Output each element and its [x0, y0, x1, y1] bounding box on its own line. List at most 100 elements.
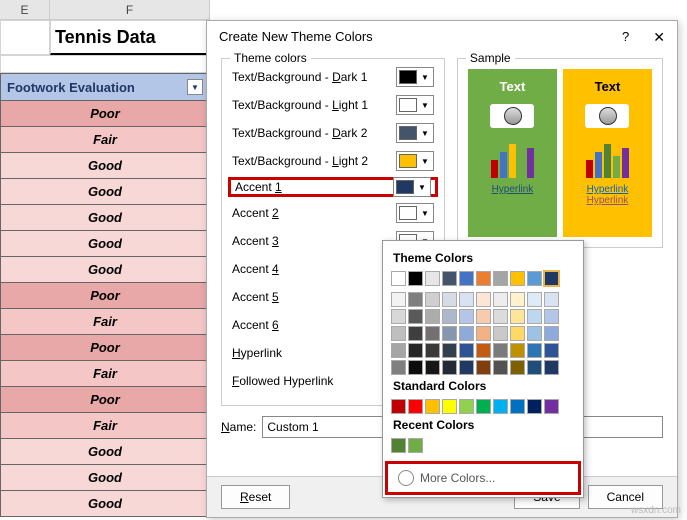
- color-swatch[interactable]: [476, 399, 491, 414]
- color-swatch[interactable]: [544, 343, 559, 358]
- table-cell[interactable]: Good: [0, 153, 210, 179]
- color-swatch[interactable]: [425, 309, 440, 324]
- color-swatch[interactable]: [493, 271, 508, 286]
- color-swatch[interactable]: [408, 343, 423, 358]
- col-header-f[interactable]: F: [50, 0, 210, 19]
- color-swatch[interactable]: [493, 326, 508, 341]
- color-swatch[interactable]: [425, 271, 440, 286]
- table-header[interactable]: Footwork Evaluation ▼: [0, 73, 210, 101]
- color-swatch[interactable]: [476, 292, 491, 307]
- color-swatch[interactable]: [442, 399, 457, 414]
- color-swatch[interactable]: [442, 360, 457, 375]
- page-title[interactable]: Tennis Data: [50, 20, 210, 55]
- color-swatch[interactable]: [425, 399, 440, 414]
- color-swatch[interactable]: [459, 343, 474, 358]
- col-header-e[interactable]: E: [0, 0, 50, 19]
- reset-button[interactable]: Reset: [221, 485, 290, 509]
- color-swatch[interactable]: [476, 343, 491, 358]
- color-swatch[interactable]: [391, 343, 406, 358]
- color-swatch[interactable]: [527, 343, 542, 358]
- color-swatch[interactable]: [408, 309, 423, 324]
- color-swatch[interactable]: [493, 343, 508, 358]
- table-cell[interactable]: Poor: [0, 335, 210, 361]
- color-swatch[interactable]: [391, 438, 406, 453]
- color-dropdown-button[interactable]: ▼: [396, 67, 434, 87]
- blank-row[interactable]: [0, 55, 210, 73]
- cell-blank[interactable]: [0, 20, 50, 55]
- color-swatch[interactable]: [391, 292, 406, 307]
- color-swatch[interactable]: [510, 309, 525, 324]
- color-swatch[interactable]: [459, 309, 474, 324]
- color-dropdown-button[interactable]: ▼: [396, 151, 434, 171]
- color-swatch[interactable]: [459, 292, 474, 307]
- color-swatch[interactable]: [425, 292, 440, 307]
- color-swatch[interactable]: [442, 326, 457, 341]
- color-swatch[interactable]: [476, 271, 491, 286]
- color-swatch[interactable]: [408, 271, 423, 286]
- color-dropdown-button[interactable]: ▼: [396, 203, 434, 223]
- help-button[interactable]: ?: [622, 29, 629, 46]
- color-swatch[interactable]: [391, 309, 406, 324]
- color-swatch[interactable]: [391, 326, 406, 341]
- color-swatch[interactable]: [544, 399, 559, 414]
- color-swatch[interactable]: [391, 360, 406, 375]
- color-swatch[interactable]: [476, 309, 491, 324]
- color-swatch[interactable]: [544, 326, 559, 341]
- color-swatch[interactable]: [408, 438, 423, 453]
- color-swatch[interactable]: [459, 399, 474, 414]
- color-swatch[interactable]: [442, 292, 457, 307]
- color-swatch[interactable]: [391, 399, 406, 414]
- color-swatch[interactable]: [510, 292, 525, 307]
- color-swatch[interactable]: [408, 360, 423, 375]
- color-swatch[interactable]: [510, 271, 525, 286]
- color-swatch[interactable]: [408, 292, 423, 307]
- color-swatch[interactable]: [544, 360, 559, 375]
- table-cell[interactable]: Fair: [0, 127, 210, 153]
- table-cell[interactable]: Fair: [0, 361, 210, 387]
- color-swatch[interactable]: [493, 360, 508, 375]
- color-swatch[interactable]: [510, 399, 525, 414]
- color-swatch[interactable]: [476, 360, 491, 375]
- color-swatch[interactable]: [510, 326, 525, 341]
- table-cell[interactable]: Good: [0, 205, 210, 231]
- color-swatch[interactable]: [544, 271, 559, 286]
- table-cell[interactable]: Good: [0, 491, 210, 517]
- color-swatch[interactable]: [544, 292, 559, 307]
- table-cell[interactable]: Poor: [0, 101, 210, 127]
- color-swatch[interactable]: [493, 399, 508, 414]
- color-swatch[interactable]: [527, 292, 542, 307]
- table-cell[interactable]: Good: [0, 439, 210, 465]
- color-swatch[interactable]: [493, 292, 508, 307]
- color-swatch[interactable]: [544, 309, 559, 324]
- table-cell[interactable]: Fair: [0, 413, 210, 439]
- color-swatch[interactable]: [442, 309, 457, 324]
- color-swatch[interactable]: [510, 360, 525, 375]
- close-button[interactable]: ✕: [653, 29, 665, 46]
- color-swatch[interactable]: [527, 399, 542, 414]
- color-swatch[interactable]: [459, 360, 474, 375]
- table-cell[interactable]: Poor: [0, 387, 210, 413]
- color-swatch[interactable]: [527, 271, 542, 286]
- color-swatch[interactable]: [408, 399, 423, 414]
- filter-dropdown-button[interactable]: ▼: [187, 79, 203, 95]
- color-swatch[interactable]: [476, 326, 491, 341]
- color-swatch[interactable]: [425, 343, 440, 358]
- color-swatch[interactable]: [527, 326, 542, 341]
- color-dropdown-button[interactable]: ▼: [396, 123, 434, 143]
- color-swatch[interactable]: [527, 309, 542, 324]
- table-cell[interactable]: Poor: [0, 283, 210, 309]
- color-swatch[interactable]: [527, 360, 542, 375]
- more-colors-button[interactable]: More Colors...: [385, 461, 581, 495]
- table-cell[interactable]: Good: [0, 465, 210, 491]
- color-swatch[interactable]: [425, 360, 440, 375]
- color-swatch[interactable]: [459, 271, 474, 286]
- table-cell[interactable]: Good: [0, 179, 210, 205]
- color-dropdown-button[interactable]: ▼: [396, 95, 434, 115]
- color-swatch[interactable]: [408, 326, 423, 341]
- color-swatch[interactable]: [391, 271, 406, 286]
- color-swatch[interactable]: [442, 343, 457, 358]
- color-swatch[interactable]: [459, 326, 474, 341]
- table-cell[interactable]: Good: [0, 231, 210, 257]
- color-swatch[interactable]: [510, 343, 525, 358]
- table-cell[interactable]: Good: [0, 257, 210, 283]
